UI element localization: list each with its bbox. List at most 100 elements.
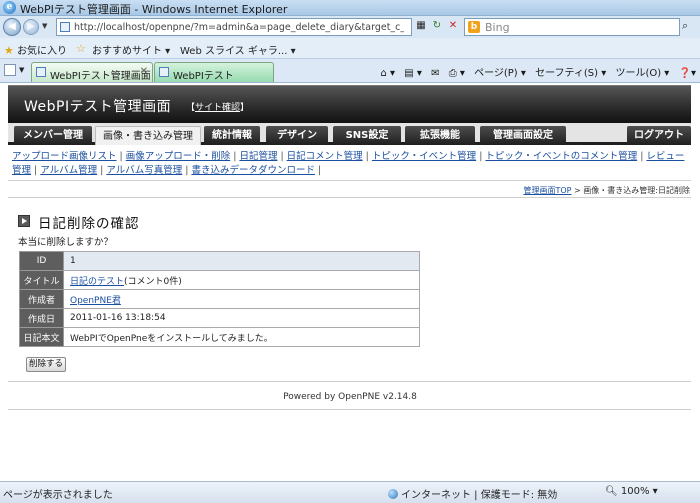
divider: [8, 409, 691, 410]
breadcrumb-home[interactable]: 管理画面TOP: [524, 186, 572, 195]
delete-button[interactable]: 削除する: [26, 357, 66, 372]
bracket-open: 【: [186, 103, 196, 113]
back-arrow-icon[interactable]: ◀: [3, 18, 21, 36]
tab-favicon-icon: [159, 67, 169, 77]
table-row: 日記本文 WebPIでOpenPneをインストールしてみました。: [19, 327, 420, 347]
breadcrumb-current: > 画像・書き込み管理:日記削除: [571, 186, 690, 195]
subnav-image-upload[interactable]: 画像アップロード・削除: [126, 151, 231, 162]
nav-tab-design[interactable]: デザイン: [266, 126, 328, 145]
admin-nav: メンバー管理 画像・書き込み管理 統計情報 デザイン SNS設定 拡張機能 管理…: [8, 123, 691, 145]
globe-icon: [388, 489, 398, 499]
subnav-upload-list[interactable]: アップロード画像リスト: [12, 151, 117, 162]
refresh-icon[interactable]: ↻: [430, 19, 444, 33]
status-bar: ページが表示されました インターネット | 保護モード: 無効 🔍︎ 100% …: [0, 481, 700, 503]
subnav-album-photo[interactable]: アルバム写真管理: [106, 165, 182, 176]
print-icon[interactable]: ⎙ ▾: [449, 68, 465, 79]
page-title: 日記削除の確認: [38, 216, 140, 232]
admin-header: WebPIテスト管理画面 【サイト確認】: [8, 85, 691, 123]
subnav-topic-comment[interactable]: トピック・イベントのコメント管理: [485, 151, 637, 162]
forward-arrow-icon[interactable]: ▶: [23, 19, 39, 35]
bracket-close: 】: [240, 103, 250, 113]
mail-icon[interactable]: ✉: [431, 68, 439, 79]
page-content: WebPIテスト管理画面 【サイト確認】 メンバー管理 画像・書き込み管理 統計…: [0, 84, 700, 481]
heading-arrow-icon: [18, 215, 30, 227]
tools-menu[interactable]: ツール(O) ▾: [615, 68, 669, 79]
subnav-diary-comment[interactable]: 日記コメント管理: [287, 151, 363, 162]
favorites-button[interactable]: ★ お気に入り: [4, 42, 67, 57]
body-value: WebPIでOpenPneをインストールしてみました。: [63, 327, 420, 347]
status-text: ページが表示されました: [3, 490, 113, 501]
security-zone[interactable]: インターネット | 保護モード: 無効: [388, 486, 557, 501]
favorites-label: お気に入り: [17, 46, 68, 57]
table-row: 作成者 OpenPNE君: [19, 289, 420, 309]
fav-item-suggested[interactable]: おすすめサイト ▾: [92, 42, 170, 57]
address-bar: ◀ ▶ ▼ http://localhost/openpne/?m=admin&…: [0, 16, 700, 38]
zoom-control[interactable]: 🔍︎ 100% ▾: [605, 486, 658, 497]
divider: [8, 197, 691, 198]
sub-nav: アップロード画像リスト | 画像アップロード・削除 | 日記管理 | 日記コメント管理 | トピ…: [12, 151, 685, 176]
page-favicon-icon: [60, 22, 70, 32]
admin-title: WebPIテスト管理画面: [24, 99, 172, 115]
page-menu[interactable]: ページ(P) ▾: [474, 68, 526, 79]
author-label: 作成者: [19, 289, 64, 309]
nav-tab-admin-settings[interactable]: 管理画面設定: [480, 126, 566, 145]
breadcrumb: 管理画面TOP > 画像・書き込み管理:日記削除: [524, 185, 691, 196]
tab-list-dropdown-icon[interactable]: ▼: [19, 66, 24, 74]
home-icon[interactable]: ⌂ ▾: [381, 68, 396, 79]
nav-tab-member[interactable]: メンバー管理: [14, 126, 92, 145]
tab-admin-label: WebPIテスト管理画面: [50, 71, 151, 82]
stop-icon[interactable]: ✕: [446, 19, 460, 33]
nav-tab-stats[interactable]: 統計情報: [204, 126, 260, 145]
subnav-download[interactable]: 書き込みデータダウンロード: [191, 165, 315, 176]
date-label: 作成日: [19, 308, 64, 328]
title-label: タイトル: [19, 270, 64, 290]
id-value: 1: [63, 251, 420, 271]
add-favorite-icon[interactable]: ☆: [76, 42, 86, 55]
tab-favicon-icon: [36, 67, 46, 77]
nav-tab-sns[interactable]: SNS設定: [333, 126, 401, 145]
author-link[interactable]: OpenPNE君: [70, 296, 121, 306]
help-icon[interactable]: ❓▾: [679, 68, 696, 79]
divider: [8, 180, 691, 181]
ie-logo-icon: e: [3, 1, 16, 14]
zone-text: インターネット | 保護モード: 無効: [401, 490, 558, 501]
history-dropdown-icon[interactable]: ▼: [42, 22, 47, 30]
table-row: 作成日 2011-01-16 13:18:54: [19, 308, 420, 328]
close-tab-icon[interactable]: ✕: [140, 66, 148, 77]
tab-bar: ▼ WebPIテスト管理画面 ✕ WebPIテスト ⌂ ▾ ▤ ▾ ✉ ⎙ ▾ …: [0, 59, 700, 83]
confirm-message: 本当に削除しますか？: [18, 237, 114, 248]
url-input[interactable]: http://localhost/openpne/?m=admin&a=page…: [56, 18, 412, 36]
search-input[interactable]: b Bing: [464, 18, 680, 36]
author-cell: OpenPNE君: [63, 289, 420, 309]
search-placeholder: Bing: [485, 21, 510, 34]
tab-site[interactable]: WebPIテスト: [154, 62, 274, 82]
fav-item-webslice[interactable]: Web スライス ギャラ... ▾: [180, 42, 296, 57]
url-text[interactable]: http://localhost/openpne/?m=admin&a=page…: [74, 22, 404, 33]
table-row: ID 1: [19, 251, 420, 271]
nav-tab-images-posts[interactable]: 画像・書き込み管理: [95, 126, 201, 145]
id-label: ID: [19, 251, 64, 271]
table-row: タイトル 日記のテスト(コメント0件): [19, 270, 420, 290]
comment-count: (コメント0件): [124, 276, 182, 287]
site-check-link[interactable]: サイト確認: [195, 103, 240, 113]
feeds-icon[interactable]: ▤ ▾: [404, 68, 422, 79]
divider: [8, 381, 691, 382]
subnav-topic-event[interactable]: トピック・イベント管理: [372, 151, 476, 162]
search-icon[interactable]: ⌕: [682, 19, 688, 33]
subnav-diary[interactable]: 日記管理: [239, 151, 277, 162]
subnav-album[interactable]: アルバム管理: [40, 165, 97, 176]
tab-site-label: WebPIテスト: [173, 71, 234, 82]
diary-title-link[interactable]: 日記のテスト: [70, 277, 124, 287]
quick-tabs-icon[interactable]: [4, 64, 16, 76]
tab-admin[interactable]: WebPIテスト管理画面 ✕: [31, 62, 153, 82]
body-label: 日記本文: [19, 327, 64, 347]
safety-menu[interactable]: セーフティ(S) ▾: [535, 68, 606, 79]
date-value: 2011-01-16 13:18:54: [63, 308, 420, 328]
powered-by: Powered by OpenPNE v2.14.8: [283, 392, 417, 402]
nav-tab-extensions[interactable]: 拡張機能: [405, 126, 475, 145]
command-bar: ⌂ ▾ ▤ ▾ ✉ ⎙ ▾ ページ(P) ▾ セーフティ(S) ▾ ツール(O)…: [375, 64, 696, 79]
window-title: WebPIテスト管理画面 - Windows Internet Explorer: [20, 3, 288, 16]
compat-view-icon[interactable]: ▦: [414, 19, 428, 33]
zoom-level: 100%: [620, 486, 650, 497]
nav-tab-logout[interactable]: ログアウト: [627, 126, 691, 145]
